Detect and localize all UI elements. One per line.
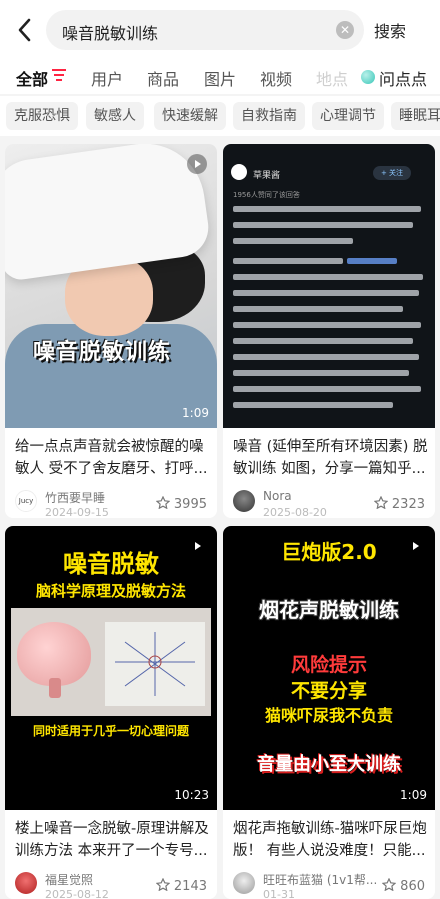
ask-orb-icon — [361, 70, 375, 84]
play-icon — [187, 154, 207, 174]
cover-line: 不要分享 — [290, 680, 367, 702]
cover-text-line — [233, 338, 413, 344]
card-title: 楼上噪音一念脱敏-原理讲解及训练方法 本来开了一个专号... — [15, 821, 209, 859]
cover-link-line — [347, 258, 397, 264]
post-date: 2025-08-20 — [263, 506, 327, 518]
tab-videos[interactable]: 视频 — [260, 66, 292, 90]
like-count-value: 2143 — [173, 879, 207, 894]
ask-button[interactable]: 问点点 — [357, 66, 440, 89]
card-title: 噪音 (延伸至所有环境因素) 脱敏训练 如图，分享一篇知乎... — [233, 439, 428, 477]
like-count[interactable]: 2323 — [373, 496, 425, 512]
card-title: 烟花声拖敏训练-猫咪吓尿巨炮版！ 有些人说没难度！只能... — [233, 821, 427, 859]
author-name[interactable]: 竹西要早睡 — [45, 489, 105, 506]
cover-text-line — [233, 206, 421, 212]
card-title: 给一点点声音就会被惊醒的噪敏人 受不了舍友磨牙、打呼... — [15, 439, 208, 477]
cover-line: 巨炮版2.0 — [281, 540, 377, 564]
brain-icon — [17, 622, 91, 686]
cover-line: 烟花声脱敏训练 — [259, 598, 399, 622]
note-card[interactable]: 噪音脱敏 脑科学原理及脱敏方法 同时适用于几乎一切心理问题 10:23 楼上噪音… — [5, 526, 217, 899]
chevron-left-icon — [18, 18, 31, 42]
like-count-value: 3995 — [173, 497, 207, 512]
cover-avatar-icon — [231, 164, 247, 180]
suggestion-chips: 克服恐惧 敏感人 快速缓解 自救指南 心理调节 睡眠耳 — [0, 96, 440, 136]
post-date: 01-31 — [263, 888, 295, 899]
cover-line: 风险提示 — [290, 654, 367, 676]
cover-text-line — [233, 402, 393, 408]
tab-all[interactable]: 全部 — [16, 66, 48, 90]
cover-line: 音量由小至大训练 — [257, 754, 401, 775]
like-count-value: 860 — [400, 879, 425, 894]
cover-text-line — [233, 290, 419, 296]
author-name[interactable]: 旺旺布蓝猫 (1v1帮... — [263, 871, 377, 888]
tab-images[interactable]: 图片 — [204, 66, 236, 90]
card-cover: 草果酱 1956人赞同了该回答 + 关注 — [223, 144, 435, 428]
cover-text-line — [233, 306, 403, 312]
cover-text-line — [233, 354, 419, 360]
card-cover: 巨炮版2.0 烟花声脱敏训练 风险提示 不要分享 猫咪吓尿我不负责 音量由小至大… — [223, 526, 435, 810]
post-date: 2024-09-15 — [45, 506, 109, 518]
note-card[interactable]: 噪音脱敏训练 1:09 给一点点声音就会被惊醒的噪敏人 受不了舍友磨牙、打呼..… — [5, 144, 217, 518]
author-name[interactable]: Nora — [263, 489, 292, 503]
play-icon — [405, 536, 425, 556]
cover-text-line — [233, 258, 343, 264]
like-count[interactable]: 2143 — [155, 878, 207, 894]
chip-sensitive[interactable]: 敏感人 — [86, 102, 144, 130]
cover-text-line — [233, 274, 423, 280]
cover-caption: 同时适用于几乎一切心理问题 — [32, 724, 189, 738]
ask-label: 问点点 — [379, 70, 428, 89]
cover-follow-badge: + 关注 — [373, 166, 411, 180]
back-button[interactable] — [12, 16, 38, 44]
video-duration: 1:09 — [182, 406, 209, 420]
like-count-value: 2323 — [391, 497, 425, 512]
avatar[interactable] — [15, 872, 37, 894]
star-icon — [373, 496, 388, 509]
note-card[interactable]: 草果酱 1956人赞同了该回答 + 关注 噪音 (延伸至所有环境因素) 脱敏训练… — [223, 144, 435, 518]
post-date: 2025-08-12 — [45, 888, 109, 899]
search-input[interactable]: 噪音脱敏训练 ✕ — [46, 10, 364, 50]
tab-users[interactable]: 用户 — [91, 66, 123, 90]
star-icon — [155, 878, 170, 891]
chip-quick-relief[interactable]: 快速缓解 — [154, 102, 226, 130]
avatar[interactable]: Jucy — [15, 490, 37, 512]
note-card[interactable]: 巨炮版2.0 烟花声脱敏训练 风险提示 不要分享 猫咪吓尿我不负责 音量由小至大… — [223, 526, 435, 899]
brain-stem — [49, 678, 61, 698]
chip-psych-adjust[interactable]: 心理调节 — [312, 102, 384, 130]
clear-circle-icon[interactable]: ✕ — [336, 21, 354, 39]
chip-overcome-fear[interactable]: 克服恐惧 — [6, 102, 78, 130]
play-icon — [187, 536, 207, 556]
cover-title: 噪音脱敏 — [63, 550, 159, 578]
search-query-text: 噪音脱敏训练 — [62, 24, 159, 43]
like-count[interactable]: 3995 — [155, 496, 207, 512]
tab-places[interactable]: 地点 — [316, 66, 348, 90]
cover-text-line — [233, 322, 421, 328]
cover-text-line — [233, 222, 413, 228]
chip-earplugs[interactable]: 睡眠耳 — [391, 102, 440, 130]
star-icon — [382, 878, 397, 891]
video-duration: 1:09 — [400, 788, 427, 802]
cover-text-line — [233, 238, 353, 244]
avatar[interactable] — [233, 872, 255, 894]
card-cover: 噪音脱敏训练 1:09 — [5, 144, 217, 428]
cover-meta: 1956人赞同了该回答 — [233, 191, 300, 199]
cover-subtitle: 脑科学原理及脱敏方法 — [35, 582, 186, 600]
search-header: 噪音脱敏训练 ✕ 搜索 — [0, 0, 440, 60]
star-icon — [155, 496, 170, 509]
cover-text-line — [233, 386, 421, 392]
cover-title: 噪音脱敏训练 — [33, 340, 172, 365]
avatar[interactable] — [233, 490, 255, 512]
search-button[interactable]: 搜索 — [374, 18, 406, 42]
chip-self-help[interactable]: 自救指南 — [233, 102, 305, 130]
like-count[interactable]: 860 — [382, 878, 425, 894]
cover-diagram — [105, 622, 205, 706]
tab-products[interactable]: 商品 — [147, 66, 179, 90]
video-duration: 10:23 — [174, 788, 209, 802]
card-cover: 噪音脱敏 脑科学原理及脱敏方法 同时适用于几乎一切心理问题 10:23 — [5, 526, 217, 810]
cover-line: 猫咪吓尿我不负责 — [264, 706, 393, 725]
author-name[interactable]: 福星觉照 — [45, 871, 93, 888]
cover-author: 草果酱 — [253, 171, 281, 181]
cover-text-line — [233, 370, 409, 376]
filter-icon[interactable] — [52, 69, 66, 81]
